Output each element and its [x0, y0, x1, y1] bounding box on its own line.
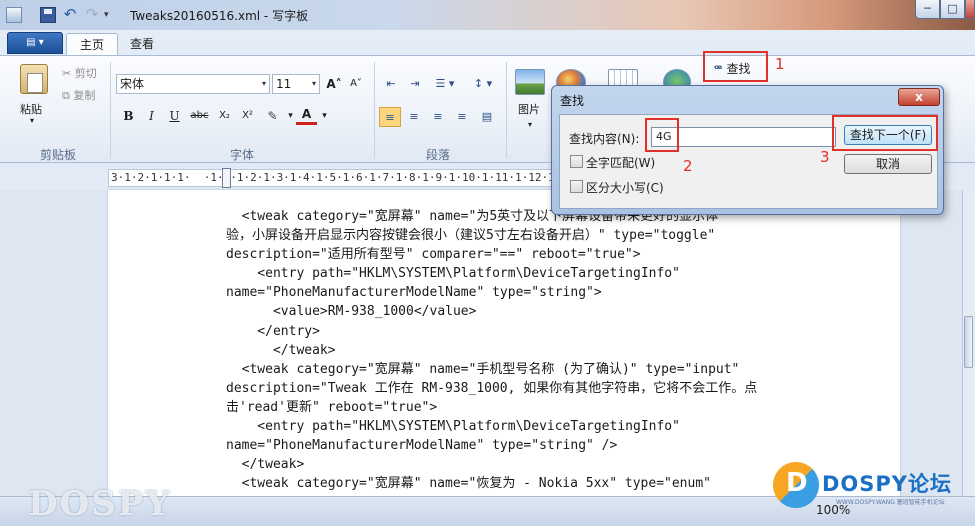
- paragraph-settings-icon[interactable]: ▤: [476, 107, 498, 127]
- document-line: <entry path="HKLM\SYSTEM\Platform\Device…: [226, 419, 680, 435]
- document-page[interactable]: <tweak category="宽屏幕" name="为5英寸及以下屏幕设备带…: [108, 190, 900, 496]
- annotation-box-find: [703, 51, 768, 82]
- cut-label: 剪切: [74, 67, 97, 80]
- dospy-brand: DOSPY论坛: [822, 472, 953, 496]
- document-line: <value>RM-938_1000</value>: [226, 304, 477, 320]
- save-icon[interactable]: [40, 7, 56, 23]
- maximize-button[interactable]: □: [940, 0, 965, 19]
- paste-dropdown-icon[interactable]: ▾: [30, 116, 34, 125]
- cut-button[interactable]: ✂ 剪切: [62, 65, 97, 81]
- tab-view[interactable]: 查看: [117, 33, 167, 56]
- font-group-label: 字体: [230, 148, 255, 162]
- document-text[interactable]: <tweak category="宽屏幕" name="为5英寸及以下屏幕设备带…: [226, 207, 796, 493]
- ribbon-tabbar: ▤ ▾ 主页 查看: [0, 30, 975, 56]
- chevron-down-icon[interactable]: ▾: [314, 106, 335, 126]
- bold-button[interactable]: B: [118, 106, 139, 126]
- document-line: 击'read'更新" reboot="true">: [226, 399, 438, 415]
- copy-label: 复制: [73, 89, 96, 102]
- annotation-box-find-next: [832, 115, 938, 151]
- subscript-button[interactable]: X₂: [214, 106, 235, 126]
- font-name-value: 宋体: [120, 77, 145, 91]
- justify-icon[interactable]: ≡: [451, 107, 473, 127]
- tab-home[interactable]: 主页: [66, 33, 119, 56]
- document-line: </tweak>: [226, 342, 336, 358]
- dialog-close-button[interactable]: x: [898, 88, 940, 106]
- document-line: description="适用所有型号" comparer="==" reboo…: [226, 247, 641, 263]
- window-title: Tweaks20160516.xml - 写字板: [130, 9, 309, 23]
- annotation-box-input: [645, 118, 679, 152]
- group-divider: [374, 62, 375, 158]
- italic-button[interactable]: I: [141, 106, 162, 126]
- superscript-button[interactable]: X²: [237, 106, 258, 126]
- paragraph-group-label: 段落: [426, 148, 451, 162]
- document-line: name="PhoneManufacturerModelName" type="…: [226, 285, 602, 301]
- dialog-title: 查找: [560, 94, 585, 108]
- document-line: <entry path="HKLM\SYSTEM\Platform\Device…: [226, 266, 680, 282]
- align-left-icon[interactable]: ≡: [379, 107, 401, 127]
- dospy-watermark: DOSPY: [28, 484, 172, 524]
- picture-button[interactable]: 图片 ▾: [518, 101, 540, 130]
- match-whole-word-checkbox[interactable]: [570, 155, 583, 168]
- wordpad-app-icon[interactable]: [6, 7, 22, 23]
- list-style-icon[interactable]: ☰ ▾: [428, 74, 462, 94]
- document-line: name="PhoneManufacturerModelName" type="…: [226, 438, 618, 454]
- font-name-select[interactable]: 宋体 ▾: [116, 74, 270, 94]
- close-window-button[interactable]: [965, 0, 975, 19]
- clipboard-group-label: 剪贴板: [40, 148, 77, 162]
- document-line: 验，小屏设备开启显示内容按键会很小（建议5寸左右设备开启）" type="tog…: [226, 228, 716, 244]
- dospy-url: WWW.DOSPY.WANG 塞班智能手机论坛: [836, 499, 945, 506]
- document-line: </tweak>: [226, 457, 305, 473]
- find-what-label: 查找内容(N):: [569, 132, 640, 146]
- undo-icon[interactable]: ↶: [62, 7, 78, 23]
- picture-label: 图片: [518, 103, 540, 116]
- scissors-icon: ✂: [62, 67, 75, 80]
- picture-icon[interactable]: [515, 69, 545, 95]
- group-divider: [110, 62, 111, 158]
- shrink-font-button[interactable]: A˅: [346, 74, 366, 94]
- match-whole-word-label: 全字匹配(W): [586, 156, 656, 170]
- indent-marker[interactable]: [222, 168, 231, 188]
- match-case-label: 区分大小写(C): [586, 181, 664, 195]
- quick-access-dropdown-icon[interactable]: ▾: [104, 7, 120, 23]
- align-center-icon[interactable]: ≡: [403, 107, 425, 127]
- title-bar: ↶ ↷ ▾ Tweaks20160516.xml - 写字板 ─ □: [0, 0, 975, 30]
- match-case-checkbox[interactable]: [570, 180, 583, 193]
- grow-font-button[interactable]: A˄: [324, 74, 344, 94]
- chevron-down-icon: ▾: [528, 120, 533, 129]
- scrollbar-thumb[interactable]: [964, 316, 973, 368]
- document-line: </entry>: [226, 323, 320, 339]
- document-line: description="Tweak 工作在 RM-938_1000, 如果你有…: [226, 380, 758, 396]
- copy-icon: ⧉: [62, 89, 74, 102]
- line-spacing-icon[interactable]: ↕ ▾: [466, 74, 500, 94]
- annotation-number-2: 2: [683, 157, 693, 175]
- annotation-number-3: 3: [820, 148, 830, 166]
- annotation-number-1: 1: [775, 55, 785, 73]
- minimize-button[interactable]: ─: [915, 0, 940, 19]
- dospy-logo-icon: [773, 462, 819, 508]
- document-line: <tweak category="宽屏幕" name="恢复为 - Nokia …: [226, 476, 711, 492]
- redo-icon[interactable]: ↷: [84, 7, 100, 23]
- app-menu-button[interactable]: ▤ ▾: [7, 32, 63, 54]
- cancel-button[interactable]: 取消: [844, 154, 932, 174]
- document-line: <tweak category="宽屏幕" name="手机型号名称 (为了确认…: [226, 361, 740, 377]
- underline-button[interactable]: U: [164, 106, 185, 126]
- chevron-down-icon: ▾: [261, 79, 266, 88]
- paste-icon[interactable]: [20, 64, 48, 94]
- font-size-select[interactable]: 11 ▾: [272, 74, 320, 94]
- group-divider: [506, 62, 507, 158]
- strikethrough-button[interactable]: abc: [189, 106, 210, 126]
- copy-button[interactable]: ⧉ 复制: [62, 87, 95, 103]
- increase-indent-icon[interactable]: ⇥: [404, 74, 426, 94]
- decrease-indent-icon[interactable]: ⇤: [380, 74, 402, 94]
- align-right-icon[interactable]: ≡: [427, 107, 449, 127]
- paste-button[interactable]: 粘贴: [20, 101, 42, 117]
- font-size-value: 11: [276, 77, 292, 91]
- chevron-down-icon: ▾: [311, 79, 316, 88]
